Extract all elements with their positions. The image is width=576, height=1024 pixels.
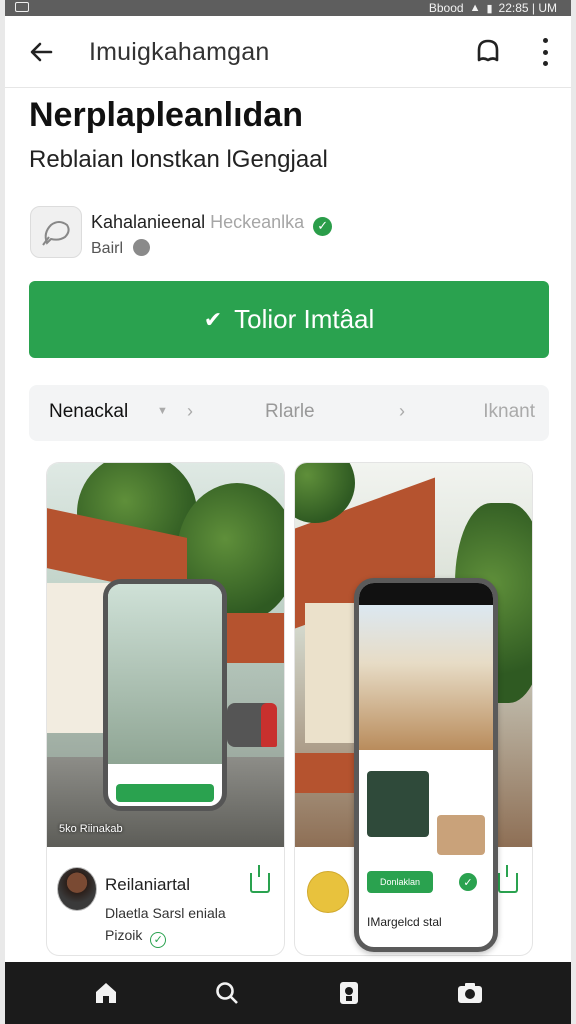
wifi-icon: ▲ [469, 2, 481, 14]
app-bar: Imuigkahamgan [5, 16, 571, 88]
screenshot-caption: 5ko Riinakab [59, 823, 123, 835]
developer-name-text: Kahalanieenal [91, 212, 206, 232]
app-bar-title: Imuigkahamgan [89, 38, 270, 66]
status-bar: Bbood ▲ ▮ 22:85 | UM [5, 0, 571, 16]
app-name: Nerplapleanlıdan [29, 96, 303, 134]
card-title: Reilaniartal [105, 875, 191, 894]
status-time: 22:85 | UM [498, 1, 557, 15]
preview-button-label: Donlaklan [379, 877, 421, 887]
bell-icon[interactable] [473, 36, 503, 68]
card-line-2-text: Pizoik [105, 927, 143, 943]
share-icon[interactable] [498, 865, 518, 893]
library-icon[interactable] [329, 973, 369, 1013]
preview-label: IMargelcd stal [367, 915, 442, 929]
globe-icon [133, 239, 151, 256]
app-subtitle: Reblaian lonstkan lGengjaal [29, 146, 328, 173]
chevron-right-icon: › [187, 401, 193, 421]
home-icon[interactable] [86, 973, 126, 1013]
avatar [57, 867, 97, 911]
install-label: Tolior Imtâal [234, 304, 375, 334]
notification-icon [15, 2, 29, 12]
tab-2[interactable]: Iknant [483, 401, 535, 423]
share-icon[interactable] [250, 865, 270, 893]
card-line: Dlaetla Sarsl eniala [105, 905, 226, 921]
verified-icon: ✓ [313, 216, 333, 236]
chevron-right-icon: › [399, 401, 405, 421]
signal-icon: ▮ [486, 2, 493, 15]
screenshot-card[interactable]: 5ko Riinakab Reilaniartal Dlaetla Sarsl … [47, 463, 284, 955]
tab-bar: Nenackal ▼ › Rlarle › Iknant [29, 385, 549, 441]
card-footer: Reilaniartal Dlaetla Sarsl eniala Pizoik… [47, 847, 284, 955]
search-icon[interactable] [207, 973, 247, 1013]
developer-sub: Bairl [91, 239, 151, 258]
check-circle-icon: ✓ [150, 931, 167, 948]
arrow-left-icon[interactable] [25, 36, 57, 68]
card-line-2: Pizoik ✓ [105, 927, 167, 948]
app-screen: Bbood ▲ ▮ 22:85 | UM Imuigkahamgan Nerpl… [5, 0, 571, 1024]
more-vertical-icon[interactable] [539, 38, 551, 66]
tab-1[interactable]: Rlarle [265, 401, 315, 423]
install-button[interactable]: ✔ Tolior Imtâal [29, 281, 549, 358]
bottom-nav [5, 962, 571, 1024]
phone-mockup: Donlaklan ✓ IMargelcd stal [354, 578, 498, 952]
developer-name[interactable]: Kahalanieenal Heckeanlka ✓ [91, 212, 333, 236]
speech-bubble-icon [42, 221, 70, 246]
status-text: Bbood [428, 1, 464, 15]
developer-logo [30, 206, 82, 258]
screenshot-image: 5ko Riinakab [47, 463, 284, 847]
check-icon: ✓ [459, 873, 477, 891]
tab-0[interactable]: Nenackal [49, 401, 128, 423]
preview-button: Donlaklan [367, 871, 433, 893]
dropdown-icon: ▼ [157, 405, 168, 417]
camera-icon[interactable] [450, 973, 490, 1013]
check-icon: ✔ [203, 306, 223, 332]
developer-extra: Heckeanlka [210, 212, 305, 232]
developer-sub-text: Bairl [91, 240, 124, 257]
app-icon [307, 871, 349, 913]
